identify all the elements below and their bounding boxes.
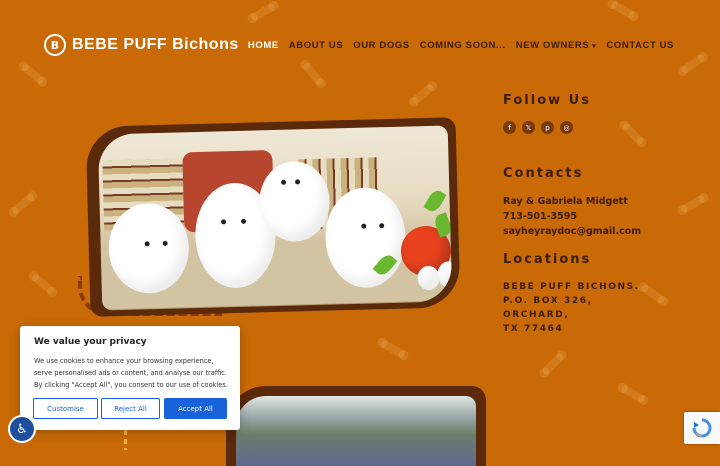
bone-decoration <box>679 194 707 214</box>
nav-about-us[interactable]: ABOUT US <box>289 40 343 51</box>
bone-decoration <box>640 283 666 305</box>
nav-home[interactable]: HOME <box>248 40 279 51</box>
bone-decoration <box>609 0 637 20</box>
main-nav: HOME ABOUT US OUR DOGS COMING SOON... NE… <box>248 40 674 51</box>
recaptcha-icon <box>692 418 712 438</box>
cookie-title: We value your privacy <box>34 337 147 347</box>
site-logo[interactable]: B BEBE PUFF Bichons <box>44 34 239 56</box>
hero-photo-bichon-dogs <box>97 125 453 311</box>
nav-new-owners-label: NEW OWNERS <box>515 40 590 51</box>
nav-contact-us[interactable]: CONTACT US <box>606 40 674 51</box>
bone-decoration <box>680 53 706 75</box>
accessibility-icon[interactable]: ♿ <box>8 415 36 443</box>
x-icon[interactable]: 𝕏 <box>522 121 535 134</box>
contact-email[interactable]: sayheyraydoc@gmail.com <box>503 226 641 237</box>
logo-text: BEBE PUFF Bichons <box>72 36 239 53</box>
bone-decoration <box>301 61 325 87</box>
bone-decoration <box>620 121 646 147</box>
social-links: f 𝕏 p ◎ <box>503 121 573 134</box>
logo-icon: B <box>44 34 66 56</box>
location-line: ORCHARD, <box>503 310 570 320</box>
nav-coming-soon[interactable]: COMING SOON... <box>420 40 506 51</box>
nav-new-owners[interactable]: NEW OWNERS ▾ <box>516 40 597 51</box>
dashed-line-decoration <box>124 430 127 450</box>
instagram-icon[interactable]: ◎ <box>560 121 573 134</box>
contacts-heading: Contacts <box>503 166 584 181</box>
contact-name: Ray & Gabriela Midgett <box>503 196 628 207</box>
bone-decoration <box>540 351 566 377</box>
reject-all-button[interactable]: Reject All <box>101 398 160 419</box>
bone-decoration <box>20 62 46 86</box>
chevron-down-icon: ▾ <box>592 43 597 50</box>
customise-button[interactable]: Customise <box>33 398 98 419</box>
bone-decoration <box>249 2 277 22</box>
location-line: BEBE PUFF BICHONS. <box>503 282 640 292</box>
cookie-consent-banner: We value your privacy We use cookies to … <box>20 326 240 430</box>
bone-decoration <box>10 192 36 216</box>
bluebonnet-field-photo <box>236 396 476 466</box>
pinterest-icon[interactable]: p <box>541 121 554 134</box>
cookie-description: We use cookies to enhance your browsing … <box>34 357 228 389</box>
contact-phone[interactable]: 713-501-3595 <box>503 211 577 222</box>
follow-us-heading: Follow Us <box>503 93 591 108</box>
bone-decoration <box>379 339 407 359</box>
nav-our-dogs[interactable]: OUR DOGS <box>353 40 410 51</box>
accept-all-button[interactable]: Accept All <box>164 398 227 419</box>
recaptcha-badge[interactable] <box>684 412 720 444</box>
locations-heading: Locations <box>503 252 592 267</box>
bone-decoration <box>30 272 56 296</box>
location-line: P.O. BOX 326, <box>503 296 593 306</box>
bone-decoration <box>619 384 647 404</box>
location-line: TX 77464 <box>503 324 564 334</box>
bone-decoration <box>410 82 436 106</box>
facebook-icon[interactable]: f <box>503 121 516 134</box>
